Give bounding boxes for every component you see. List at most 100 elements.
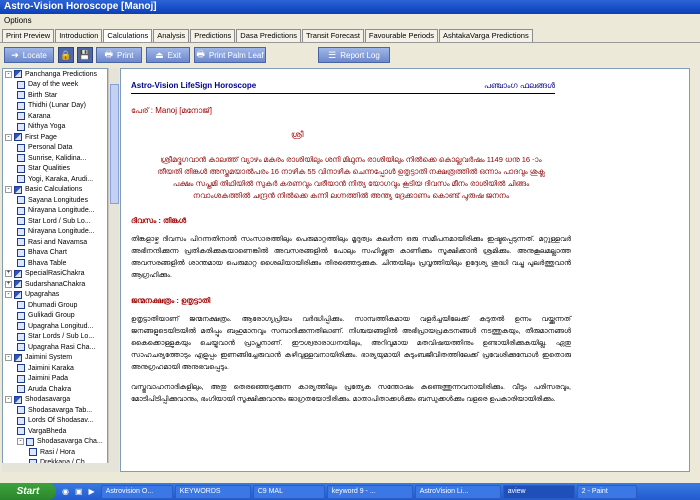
tree-item[interactable]: - Basic Calculations bbox=[3, 185, 107, 196]
tree-item[interactable]: Star Lord / Sub Lo... bbox=[3, 216, 107, 227]
tree-item[interactable]: - Panchanga Predictions bbox=[3, 69, 107, 80]
tree-item-label: Nithya Yoga bbox=[28, 123, 66, 131]
tree-item[interactable]: Yogi, Karaka, Arudi... bbox=[3, 174, 107, 185]
start-button[interactable]: Start bbox=[0, 483, 56, 500]
expand-icon[interactable]: + bbox=[5, 280, 12, 288]
tree-item-label: Shodasavarga Cha... bbox=[37, 438, 103, 446]
tree-horizontal-scrollbar[interactable] bbox=[2, 463, 119, 472]
tree-item[interactable]: Bhava Table bbox=[3, 258, 107, 269]
taskbar-item[interactable]: aview bbox=[502, 484, 575, 499]
collapse-icon[interactable]: - bbox=[5, 396, 12, 404]
page-icon bbox=[17, 301, 25, 310]
locate-button[interactable]: ➔ Locate bbox=[4, 47, 54, 63]
tree-item[interactable]: Bhava Chart bbox=[3, 248, 107, 259]
tree-item[interactable]: Gulikadi Group bbox=[3, 311, 107, 322]
collapse-icon[interactable]: - bbox=[5, 70, 12, 78]
tree-item[interactable]: + SudarshanaChakra bbox=[3, 279, 107, 290]
collapse-icon[interactable]: - bbox=[5, 186, 12, 194]
tree-item-label: Upagraha Rasi Cha... bbox=[28, 343, 96, 351]
tree-item[interactable]: Karana bbox=[3, 111, 107, 122]
tree-vertical-scrollbar[interactable] bbox=[108, 68, 119, 472]
tree-item-label: Thidhi (Lunar Day) bbox=[28, 102, 86, 110]
tree-item[interactable]: Jaimini Pada bbox=[3, 374, 107, 385]
tab-transit-forecast[interactable]: Transit Forecast bbox=[302, 29, 364, 42]
taskbar-item[interactable]: C9 MAL bbox=[252, 484, 325, 499]
tree-item[interactable]: Rasi / Hora bbox=[3, 447, 107, 458]
tree-item[interactable]: Shodasavarga Tab... bbox=[3, 405, 107, 416]
taskbar-item[interactable]: 2 - Paint bbox=[576, 484, 637, 499]
tab-dasa-predictions[interactable]: Dasa Predictions bbox=[236, 29, 301, 42]
printer-icon: 🖶 bbox=[104, 49, 114, 59]
tab-favourable-periods[interactable]: Favourable Periods bbox=[364, 29, 438, 42]
tree-item[interactable]: Rasi and Navamsa bbox=[3, 237, 107, 248]
quick-launch: ◉ ▣ ▶ bbox=[62, 487, 101, 496]
book-icon bbox=[14, 353, 22, 362]
tab-calculations[interactable]: Calculations bbox=[103, 29, 153, 42]
collapse-icon[interactable]: - bbox=[5, 291, 12, 299]
tree-item-label: Aruda Chakra bbox=[28, 385, 72, 393]
expand-icon[interactable]: + bbox=[5, 270, 12, 278]
tree-item[interactable]: Upagraha Longitud... bbox=[3, 321, 107, 332]
tree-item[interactable]: - Shodasavarga Cha... bbox=[3, 437, 107, 448]
taskbar-item[interactable]: Astrovision O... bbox=[100, 484, 173, 499]
tab-analysis[interactable]: Analysis bbox=[153, 29, 190, 42]
lock-icon[interactable]: 🔒 bbox=[58, 47, 74, 63]
page-icon bbox=[26, 437, 34, 446]
page-icon bbox=[17, 427, 25, 436]
media-icon[interactable]: ▶ bbox=[89, 487, 95, 496]
browser-icon[interactable]: ◉ bbox=[62, 487, 69, 496]
tree-item[interactable]: Birth Star bbox=[3, 90, 107, 101]
tab-ashtakavarga-predictions[interactable]: AshtakaVarga Predictions bbox=[438, 29, 533, 42]
tree-item[interactable]: Nithya Yoga bbox=[3, 122, 107, 133]
tree-item[interactable]: Lords Of Shodasav... bbox=[3, 416, 107, 427]
save-icon[interactable]: 💾 bbox=[77, 47, 93, 63]
exit-button[interactable]: ⏏ Exit bbox=[146, 47, 190, 63]
tree-item[interactable]: Star Lords / Sub Lo... bbox=[3, 332, 107, 343]
tree-item[interactable]: Sayana Longitudes bbox=[3, 195, 107, 206]
page-icon bbox=[17, 101, 25, 110]
menubar: Options bbox=[0, 14, 700, 28]
tree-item[interactable]: - Upagrahas bbox=[3, 290, 107, 301]
taskbar-item[interactable]: keyword 9 - ... bbox=[326, 484, 413, 499]
page-icon bbox=[17, 143, 25, 152]
tab-introduction[interactable]: Introduction bbox=[55, 29, 103, 42]
tree-item-label: Star Qualities bbox=[28, 165, 71, 173]
tree-item[interactable]: Personal Data bbox=[3, 143, 107, 154]
tree-item[interactable]: - First Page bbox=[3, 132, 107, 143]
tree-item[interactable]: Dhumadi Group bbox=[3, 300, 107, 311]
tree-item[interactable]: Nirayana Longitude... bbox=[3, 206, 107, 217]
tree-item[interactable]: Thidhi (Lunar Day) bbox=[3, 101, 107, 112]
tree-item[interactable]: Jaimini Karaka bbox=[3, 363, 107, 374]
tree-item[interactable]: + SpecialRasiChakra bbox=[3, 269, 107, 280]
tree-item[interactable]: VargaBheda bbox=[3, 426, 107, 437]
folder-icon[interactable]: ▣ bbox=[75, 487, 83, 496]
menu-options[interactable]: Options bbox=[4, 16, 32, 25]
tree-item[interactable]: Upagraha Rasi Cha... bbox=[3, 342, 107, 353]
tree-item[interactable]: Nirayana Longitude... bbox=[3, 227, 107, 238]
collapse-icon[interactable]: - bbox=[5, 133, 12, 141]
print-button[interactable]: 🖶 Print bbox=[96, 47, 142, 63]
tab-print-preview[interactable]: Print Preview bbox=[2, 29, 55, 42]
report-log-button[interactable]: ☰ Report Log bbox=[318, 47, 390, 63]
tree-item[interactable]: - Shodasavarga bbox=[3, 395, 107, 406]
taskbar-item[interactable]: AstroVision Li... bbox=[414, 484, 501, 499]
scroll-thumb[interactable] bbox=[110, 84, 119, 204]
tree-item[interactable]: Sunrise, Kalidina... bbox=[3, 153, 107, 164]
taskbar-item[interactable]: KEYWORDS bbox=[174, 484, 251, 499]
tree-item[interactable]: Day of the week bbox=[3, 80, 107, 91]
tab-strip: Print Preview Introduction Calculations Ana… bbox=[0, 29, 700, 43]
page-icon bbox=[17, 332, 25, 341]
print-palm-leaf-button[interactable]: 🖶 Print Palm Leaf bbox=[194, 47, 266, 63]
tree-item[interactable]: Aruda Chakra bbox=[3, 384, 107, 395]
tree-item[interactable]: Star Qualities bbox=[3, 164, 107, 175]
book-icon bbox=[14, 269, 22, 278]
tree-item[interactable]: - Jaimini System bbox=[3, 353, 107, 364]
collapse-icon[interactable]: - bbox=[5, 354, 12, 362]
tree-item-label: Shodasavarga Tab... bbox=[28, 406, 93, 414]
tab-predictions[interactable]: Predictions bbox=[190, 29, 236, 42]
report-log-label: Report Log bbox=[340, 50, 380, 60]
exit-icon: ⏏ bbox=[155, 49, 164, 60]
collapse-icon[interactable]: - bbox=[17, 438, 24, 446]
tree-item-label: Jaimini System bbox=[25, 354, 73, 362]
tree-item-label: Upagraha Longitud... bbox=[28, 322, 94, 330]
